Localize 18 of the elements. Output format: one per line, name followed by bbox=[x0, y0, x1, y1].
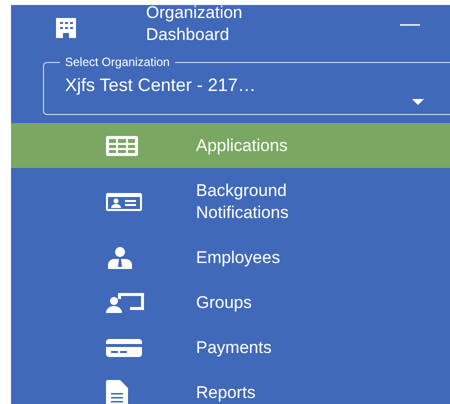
nav-item[interactable]: Background Notifications bbox=[11, 168, 450, 235]
table-icon bbox=[106, 136, 138, 156]
nav-item[interactable]: Groups bbox=[11, 280, 450, 325]
nav-item[interactable]: Applications bbox=[11, 123, 450, 168]
select-label: Select Organization bbox=[64, 55, 171, 69]
presenter-icon bbox=[106, 292, 146, 312]
collapse-button[interactable]: — bbox=[396, 12, 424, 36]
id-card-icon bbox=[106, 192, 142, 210]
caret-icon bbox=[412, 99, 424, 105]
panel-title: Organization Dashboard bbox=[146, 5, 244, 46]
person-icon bbox=[106, 246, 134, 268]
building-icon bbox=[55, 17, 77, 39]
organization-select[interactable]: Select Organization Xjfs Test Center - 217… bbox=[43, 55, 450, 115]
document-icon bbox=[106, 380, 128, 404]
nav-item[interactable]: Reports bbox=[11, 370, 450, 404]
credit-card-icon bbox=[106, 338, 142, 356]
nav-item[interactable]: Payments bbox=[11, 325, 450, 370]
nav-item[interactable]: Employees bbox=[11, 235, 450, 280]
